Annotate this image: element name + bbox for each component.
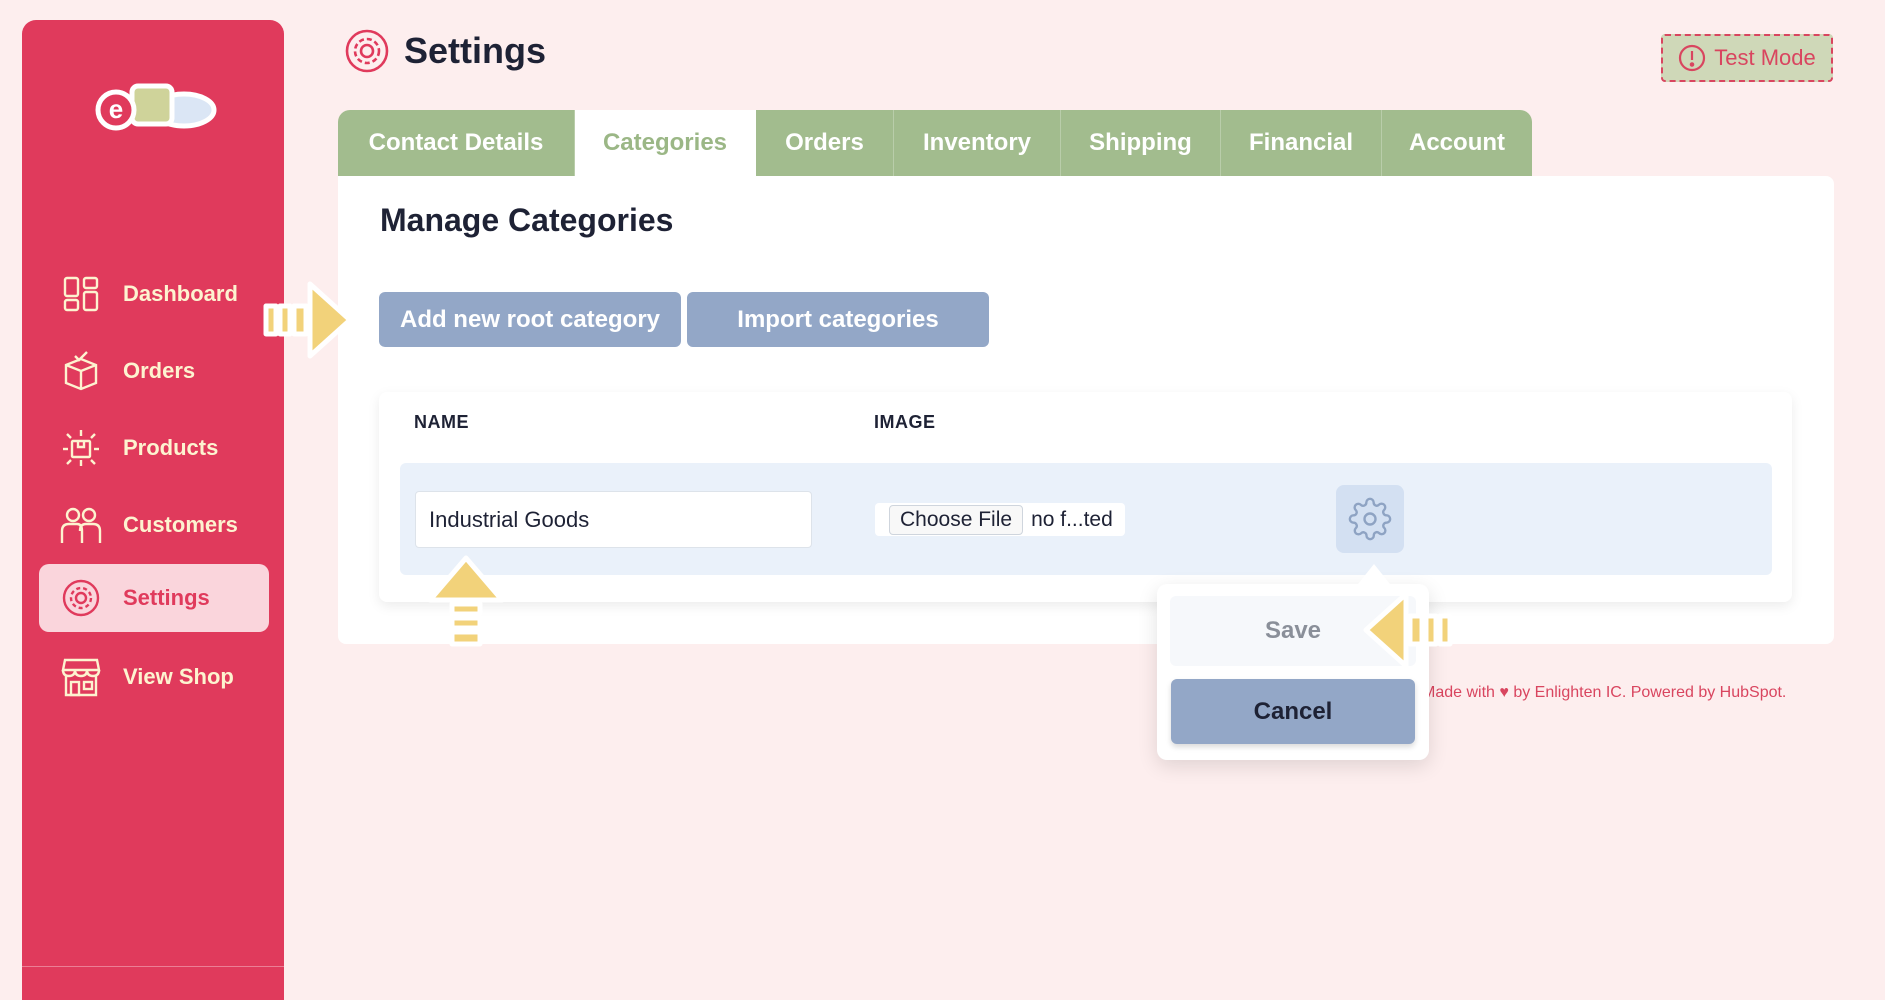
sidebar-divider [22,966,284,967]
tab-contact-details[interactable]: Contact Details [338,110,575,176]
popover-arrow [1358,564,1390,584]
orders-box-icon [59,349,103,393]
page-title: Settings [404,30,547,71]
settings-icon [59,576,103,620]
settings-icon [345,29,389,73]
section-title: Manage Categories [380,202,674,238]
shop-icon [59,655,103,699]
gear-icon [1348,497,1392,541]
choose-file-button[interactable]: Choose File [889,504,1024,535]
add-root-category-button[interactable]: Add new root category [379,292,681,347]
hint-arrow-up-icon [427,555,505,647]
tab-orders[interactable]: Orders [756,110,894,176]
ezo-logo[interactable]: e [90,68,220,134]
footer: Made with ♥ by Enlighten IC. Powered by … [1422,684,1786,702]
page-header: Settings [344,28,546,74]
products-icon [59,426,103,470]
customers-icon [59,503,103,547]
svg-text:e: e [109,94,123,124]
footer-prefix: Made with [1422,684,1495,701]
import-categories-button[interactable]: Import categories [687,292,989,347]
hint-arrow-left-icon [1363,591,1453,669]
sidebar-item-label: Settings [123,585,210,610]
image-file-input[interactable]: Choose File no f...ted [875,503,1125,536]
sidebar-item-label: View Shop [123,664,234,689]
column-header-image: IMAGE [874,412,936,432]
sidebar-item-label: Customers [123,512,238,537]
sidebar-item-dashboard[interactable]: Dashboard [39,260,269,328]
column-header-name: NAME [414,412,469,432]
sidebar-item-orders[interactable]: Orders [39,337,269,405]
test-mode-badge[interactable]: Test Mode [1661,34,1833,82]
heart-icon: ♥ [1499,684,1509,701]
sidebar-item-label: Dashboard [123,281,238,306]
test-mode-label: Test Mode [1714,45,1816,70]
sidebar-item-products[interactable]: Products [39,414,269,482]
hint-arrow-right-icon [263,281,353,359]
sidebar-item-customers[interactable]: Customers [39,491,269,559]
sidebar-item-label: Orders [123,358,196,383]
dashboard-icon [59,272,103,316]
settings-tabs: Contact Details Categories Orders Invent… [338,110,1532,176]
category-name-input[interactable] [415,491,812,548]
row-actions-button[interactable] [1336,485,1404,553]
sidebar-item-label: Products [123,435,219,460]
tab-financial[interactable]: Financial [1221,110,1382,176]
cancel-button[interactable]: Cancel [1171,679,1415,744]
tab-shipping[interactable]: Shipping [1061,110,1221,176]
sidebar-item-view-shop[interactable]: View Shop [39,643,269,711]
footer-suffix: by Enlighten IC. Powered by HubSpot. [1513,684,1787,701]
sidebar-item-settings[interactable]: Settings [39,564,269,632]
tab-categories[interactable]: Categories [575,110,756,176]
tab-account[interactable]: Account [1382,110,1532,176]
alert-icon [1679,44,1706,72]
file-status-text: no f...ted [1031,507,1113,531]
tab-inventory[interactable]: Inventory [894,110,1061,176]
